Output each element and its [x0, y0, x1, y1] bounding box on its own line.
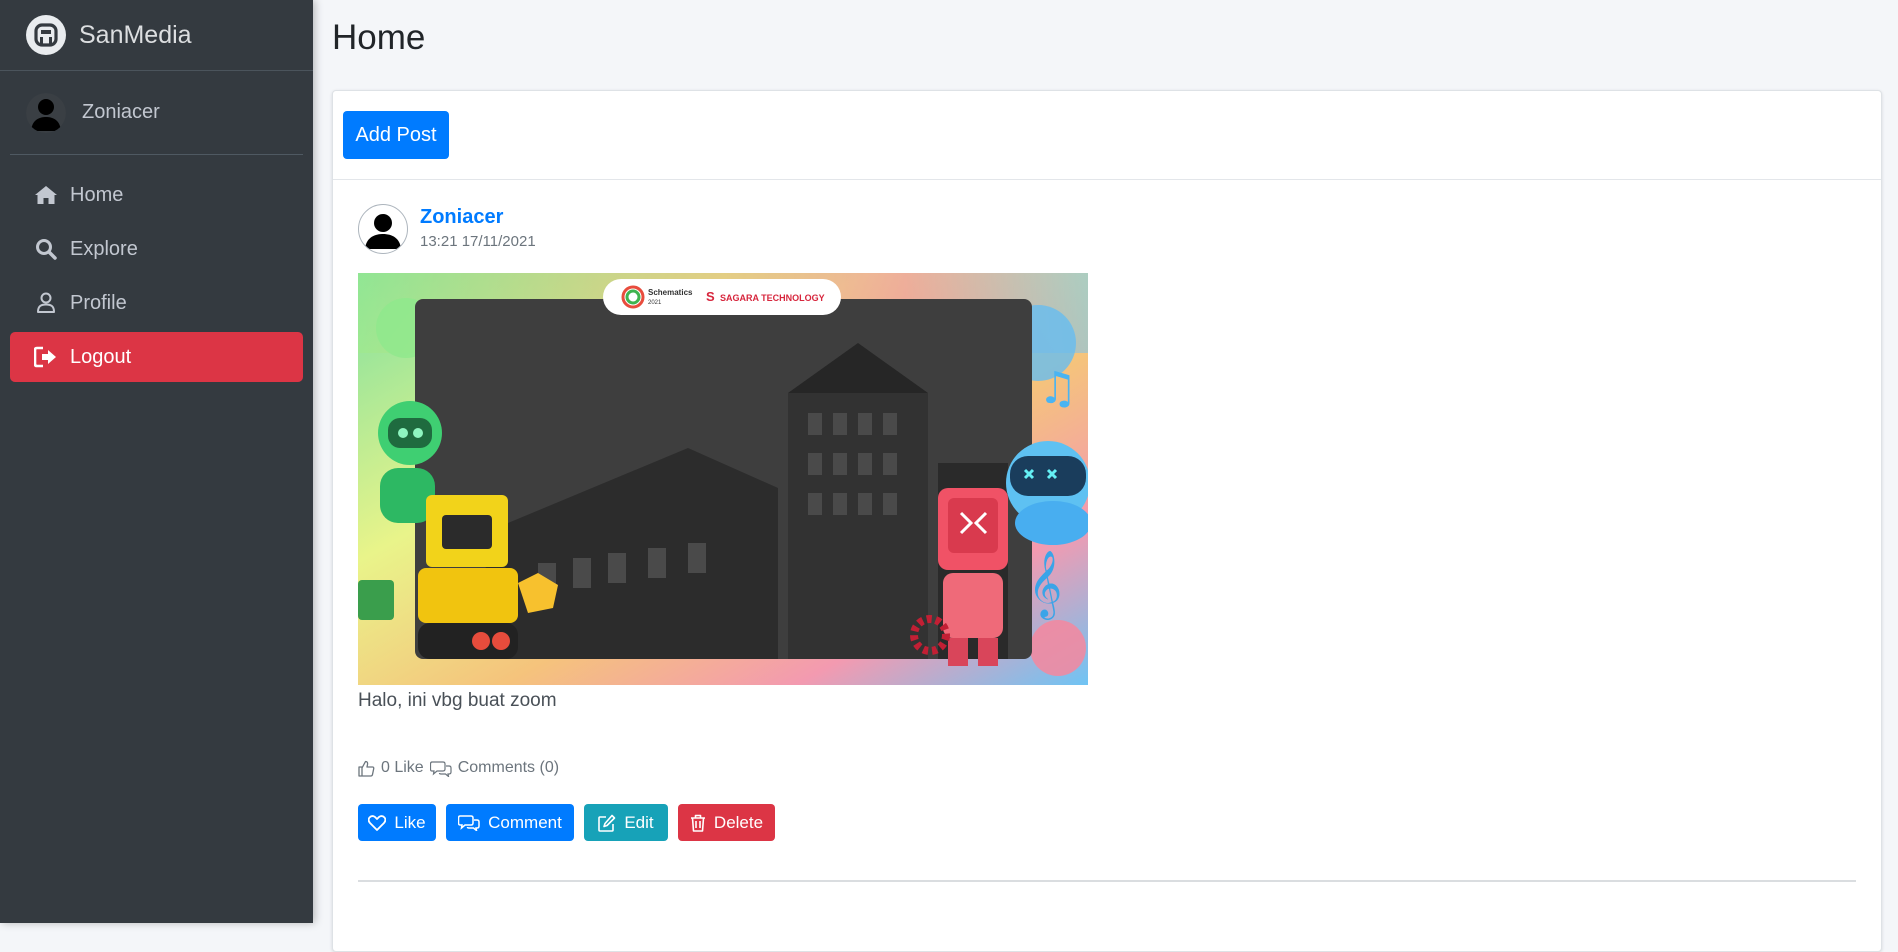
home-icon [34, 183, 58, 207]
sidebar: SanMedia Zoniacer Home Explore Profile L… [0, 0, 313, 923]
posts-card: Add Post Zoniacer 13:21 17/11/2021 Schem… [332, 90, 1882, 952]
comment-button-label: Comment [488, 812, 562, 832]
sidebar-item-home[interactable]: Home [10, 170, 303, 220]
comments-icon [458, 815, 480, 831]
add-post-button[interactable]: Add Post [343, 111, 449, 159]
sidebar-item-profile[interactable]: Profile [10, 278, 303, 328]
brand-name: SanMedia [79, 20, 192, 49]
user-panel[interactable]: Zoniacer [10, 71, 303, 155]
sidebar-item-label: Profile [70, 291, 127, 314]
svg-text:𝄞: 𝄞 [1028, 549, 1062, 620]
sidebar-item-label: Home [70, 183, 124, 206]
like-button[interactable]: Like [358, 804, 436, 841]
thumbs-up-icon [358, 760, 375, 777]
banner-left-logo-sub: 2021 [648, 300, 662, 306]
heart-icon [368, 814, 387, 831]
sidebar-item-explore[interactable]: Explore [10, 224, 303, 274]
brand-logo-icon [26, 15, 66, 55]
trash-icon [690, 814, 705, 832]
post-stats: 0 Like Comments (0) [358, 759, 559, 777]
comments-icon [429, 760, 452, 777]
user-icon [34, 291, 58, 315]
post-divider [358, 880, 1856, 882]
sidebar-item-logout[interactable]: Logout [10, 332, 303, 382]
post-text: Halo, ini vbg buat zoom [358, 690, 557, 711]
logout-icon [34, 345, 58, 369]
post-image[interactable]: Schematics 2021 S SAGARA TECHNOLOGY ♫ 𝄞 [358, 273, 1091, 685]
edit-button-label: Edit [624, 812, 654, 832]
card-header: Add Post [333, 91, 1881, 180]
comment-button[interactable]: Comment [446, 804, 574, 841]
delete-button[interactable]: Delete [678, 804, 775, 841]
avatar [26, 92, 66, 133]
delete-button-label: Delete [713, 812, 764, 832]
post-author-link[interactable]: Zoniacer [420, 206, 503, 229]
edit-button[interactable]: Edit [584, 804, 668, 841]
like-button-label: Like [394, 812, 426, 832]
post-timestamp: 13:21 17/11/2021 [420, 233, 536, 250]
brand-link[interactable]: SanMedia [0, 0, 313, 71]
sidebar-item-label: Explore [70, 237, 138, 260]
svg-text:S: S [706, 289, 715, 304]
sidebar-nav: Home Explore Profile Logout [0, 170, 313, 382]
like-count: 0 Like [381, 759, 424, 776]
comment-count: Comments (0) [457, 759, 560, 776]
sidebar-user-name[interactable]: Zoniacer [82, 101, 160, 124]
banner-left-logo: Schematics [648, 288, 693, 297]
svg-text:♫: ♫ [1038, 363, 1077, 414]
edit-icon [598, 814, 616, 832]
search-icon [34, 237, 58, 261]
banner-right-logo: SAGARA TECHNOLOGY [720, 293, 825, 303]
post-author-avatar[interactable] [358, 204, 408, 254]
sidebar-item-label: Logout [70, 345, 132, 368]
page-title: Home [332, 18, 426, 57]
